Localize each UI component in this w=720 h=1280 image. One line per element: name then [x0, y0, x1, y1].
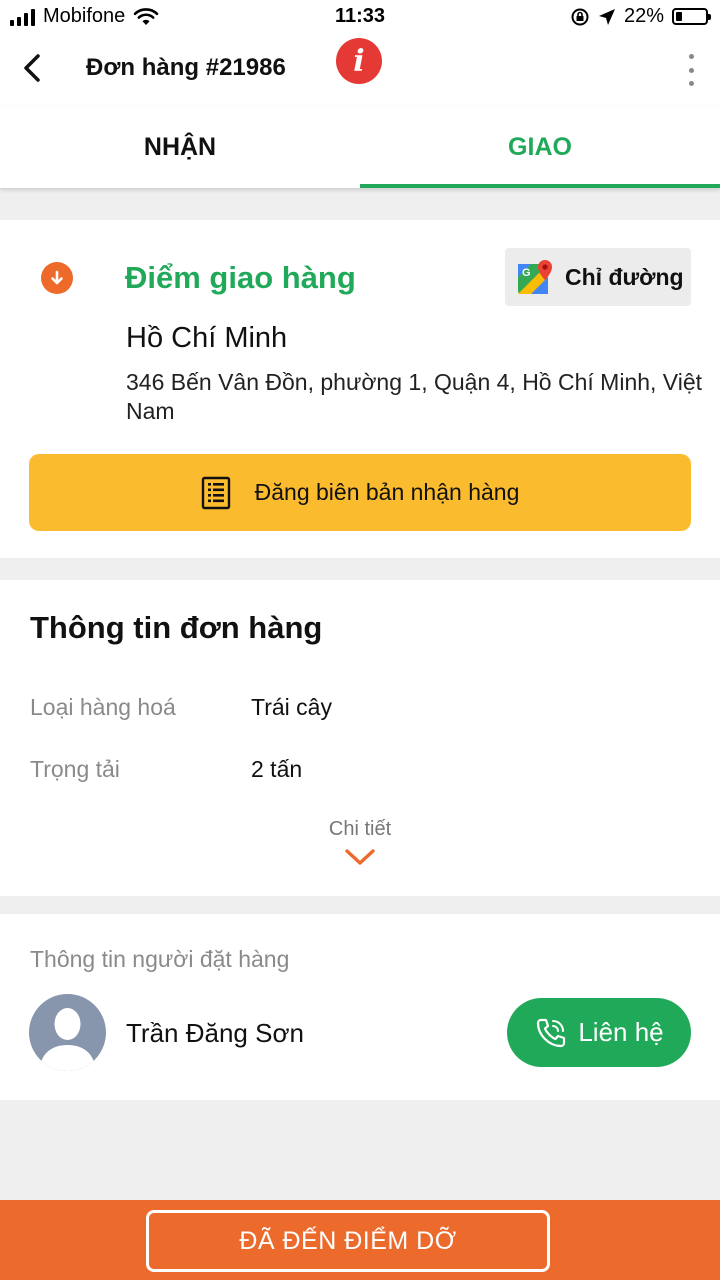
order-title: Đơn hàng #21986: [86, 54, 286, 81]
battery-icon: [672, 8, 711, 25]
delivery-point-card: Điểm giao hàng G Chỉ đường Hồ Chí Minh 3…: [0, 220, 720, 558]
orderer-info-heading: Thông tin người đặt hàng: [30, 946, 290, 972]
delivery-point-title: Điểm giao hàng: [125, 260, 356, 295]
back-button[interactable]: [14, 46, 54, 90]
location-arrow-icon: [598, 8, 615, 25]
delivery-address: 346 Bến Vân Đồn, phường 1, Quận 4, Hồ Ch…: [126, 369, 703, 424]
arrow-down-circle-icon: [41, 262, 73, 294]
more-dot: [688, 54, 694, 59]
document-icon: [201, 476, 230, 509]
phone-icon: [537, 1018, 566, 1047]
more-options-button[interactable]: [680, 54, 702, 86]
more-dot: [688, 67, 694, 73]
status-bar: Mobifone 11:33 22%: [0, 0, 720, 34]
tab-deliver[interactable]: GIAO: [360, 106, 720, 188]
cargo-type-value: Trái cây: [251, 694, 332, 720]
directions-button[interactable]: G Chỉ đường: [505, 248, 691, 306]
orderer-info-card: Thông tin người đặt hàng Trần Đăng Sơn L…: [0, 914, 720, 1100]
rotation-lock-icon: [571, 8, 589, 25]
svg-text:G: G: [522, 267, 531, 279]
battery-percent: 22%: [623, 5, 664, 27]
arrived-at-dropoff-button[interactable]: ĐÃ ĐẾN ĐIỂM DỠ: [146, 1210, 550, 1272]
load-weight-label: Trọng tải: [30, 756, 120, 782]
app-header: Đơn hàng #21986 i: [0, 34, 720, 106]
chevron-down-icon[interactable]: [344, 848, 376, 868]
details-toggle[interactable]: Chi tiết: [0, 818, 720, 841]
tab-bar: NHẬN GIAO: [0, 106, 720, 188]
upload-receipt-button[interactable]: Đăng biên bản nhận hàng: [29, 454, 691, 531]
status-right: 22%: [570, 5, 711, 28]
info-icon: i: [353, 43, 365, 79]
info-button[interactable]: i: [336, 38, 382, 84]
delivery-city: Hồ Chí Minh: [126, 322, 288, 354]
contact-button[interactable]: Liên hệ: [507, 998, 691, 1067]
bottom-action-bar: ĐÃ ĐẾN ĐIỂM DỠ: [0, 1200, 720, 1280]
order-info-heading: Thông tin đơn hàng: [30, 610, 323, 645]
contact-label: Liên hệ: [578, 1017, 664, 1047]
directions-label: Chỉ đường: [565, 263, 684, 290]
upload-receipt-label: Đăng biên bản nhận hàng: [254, 479, 520, 505]
arrived-at-dropoff-label: ĐÃ ĐẾN ĐIỂM DỠ: [239, 1226, 457, 1255]
avatar: [29, 994, 106, 1071]
cargo-type-label: Loại hàng hoá: [30, 694, 176, 720]
battery-fill: [676, 12, 683, 21]
order-info-card: Thông tin đơn hàng Loại hàng hoá Trái câ…: [0, 580, 720, 896]
orderer-name: Trần Đăng Sơn: [126, 1018, 304, 1048]
google-maps-icon: G: [518, 260, 552, 294]
chevron-left-icon: [24, 54, 40, 82]
person-icon: [39, 1008, 96, 1071]
load-weight-value: 2 tấn: [251, 756, 303, 782]
tab-receive[interactable]: NHẬN: [0, 106, 360, 188]
more-dot: [688, 81, 694, 86]
